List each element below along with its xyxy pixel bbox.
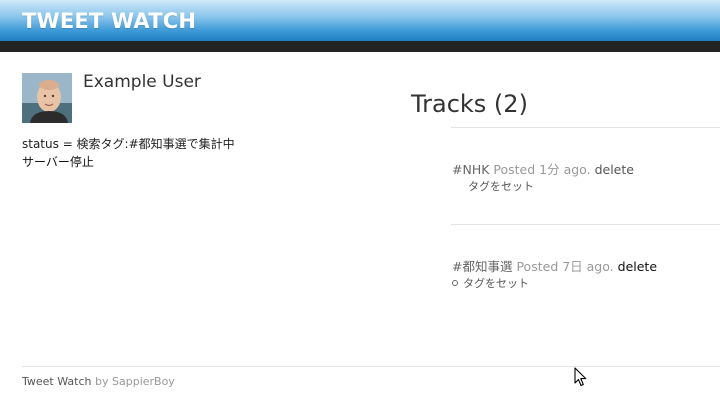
track-item: #NHK Posted 1分 ago. delete — [452, 159, 634, 178]
divider — [451, 127, 720, 128]
avatar-photo-icon — [22, 73, 72, 123]
footer-by-label: by — [95, 375, 109, 388]
mouse-cursor-icon — [574, 367, 587, 387]
track-item: #都知事選 Posted 7日 ago. delete — [452, 256, 657, 275]
app-header: TWEET WATCH — [0, 0, 720, 41]
tracks-heading: Tracks (2) — [411, 90, 528, 118]
footer: Tweet Watch by SappierBoy — [22, 375, 175, 388]
track-delete-link[interactable]: delete — [618, 259, 657, 274]
track-delete-link[interactable]: delete — [595, 162, 634, 177]
track-hashtag: #NHK — [452, 162, 490, 177]
set-tag-label[interactable]: タグをセット — [468, 180, 534, 193]
set-tag-link[interactable]: タグをセット — [452, 275, 529, 291]
track-posted: Posted 7日 ago. — [516, 259, 614, 274]
bullet-icon — [452, 280, 458, 286]
status-line: status = 検索タグ:#都知事選で集計中 — [22, 137, 235, 151]
footer-app-name: Tweet Watch — [22, 375, 92, 388]
avatar — [22, 73, 72, 123]
user-name: Example User — [83, 72, 201, 92]
footer-author-link[interactable]: SappierBoy — [112, 375, 175, 388]
set-tag-label[interactable]: タグをセット — [463, 277, 529, 290]
divider — [451, 224, 720, 225]
track-posted: Posted 1分 ago. — [493, 162, 591, 177]
set-tag-link[interactable]: タグをセット — [468, 178, 534, 194]
footer-divider — [22, 366, 720, 367]
server-status: サーバー停止 — [22, 155, 94, 169]
header-bar — [0, 41, 720, 52]
app-title[interactable]: TWEET WATCH — [22, 9, 196, 33]
track-hashtag: #都知事選 — [452, 259, 513, 274]
